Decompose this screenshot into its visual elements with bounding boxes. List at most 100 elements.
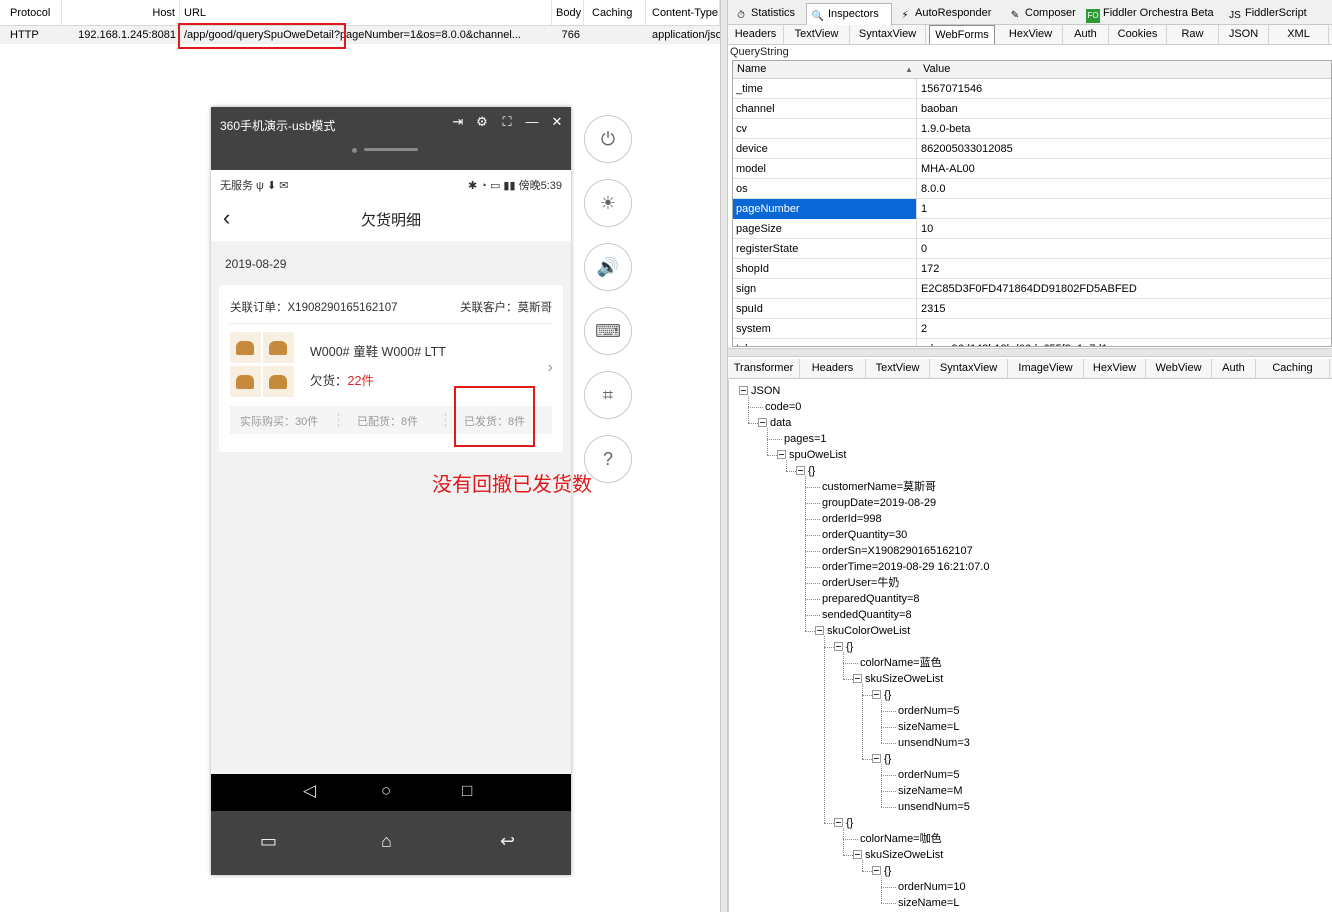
tab-fiddlerscript[interactable]: JS FiddlerScript — [1224, 3, 1307, 25]
tree-node[interactable]: orderNum=5 — [898, 703, 959, 719]
querystring-row[interactable]: pageNumber 1 — [733, 199, 1331, 219]
vertical-splitter[interactable] — [720, 0, 728, 912]
collapse-toggle-icon[interactable] — [758, 418, 767, 427]
collapse-toggle-icon[interactable] — [777, 450, 786, 459]
tree-node[interactable]: unsendNum=3 — [898, 735, 970, 751]
col-value[interactable]: Value — [923, 63, 950, 75]
req-tab-raw[interactable]: Raw — [1167, 25, 1219, 44]
tab-composer[interactable]: ✎ Composer — [1004, 3, 1076, 25]
collapse-toggle-icon[interactable] — [739, 386, 748, 395]
col-url[interactable]: URL — [180, 0, 552, 25]
tree-node[interactable]: sendedQuantity=8 — [822, 607, 912, 623]
collapse-toggle-icon[interactable] — [834, 818, 843, 827]
tree-node[interactable]: unsendNum=5 — [898, 799, 970, 815]
tree-node[interactable]: colorName=咖色 — [860, 831, 942, 847]
tree-node[interactable]: orderTime=2019-08-29 16:21:07.0 — [822, 559, 989, 575]
tree-node[interactable]: sizeName=M — [898, 783, 963, 799]
tree-node[interactable]: {} — [808, 463, 815, 479]
tree-node[interactable]: skuSizeOweList — [865, 671, 943, 687]
tree-node[interactable]: {} — [884, 687, 891, 703]
col-body[interactable]: Body — [552, 0, 584, 25]
tree-node[interactable]: preparedQuantity=8 — [822, 591, 920, 607]
tree-node[interactable]: orderNum=10 — [898, 879, 966, 895]
horizontal-splitter[interactable] — [728, 348, 1332, 357]
querystring-row[interactable]: pageSize 10 — [733, 219, 1331, 239]
tree-node[interactable]: groupDate=2019-08-29 — [822, 495, 936, 511]
tab-autoresponder[interactable]: ⚡ AutoResponder — [894, 3, 991, 25]
req-tab-cookies[interactable]: Cookies — [1109, 25, 1167, 44]
crop-icon[interactable]: ⌗ — [584, 371, 632, 419]
resp-tab-headers[interactable]: Headers — [800, 359, 866, 378]
col-caching[interactable]: Caching — [584, 0, 646, 25]
tree-node[interactable]: colorName=蓝色 — [860, 655, 942, 671]
resp-tab-textview[interactable]: TextView — [866, 359, 930, 378]
querystring-row[interactable]: token adeea96d143b18bd06da655f9a1a7d1e — [733, 339, 1331, 346]
req-tab-hexview[interactable]: HexView — [999, 25, 1063, 44]
collapse-toggle-icon[interactable] — [796, 466, 805, 475]
exit-icon[interactable]: ⇥ — [448, 113, 468, 131]
querystring-row[interactable]: shopId 172 — [733, 259, 1331, 279]
tree-node[interactable]: orderId=998 — [822, 511, 882, 527]
collapse-toggle-icon[interactable] — [872, 690, 881, 699]
tab-inspectors[interactable]: 🔍 Inspectors — [806, 3, 892, 25]
close-icon[interactable]: ✕ — [547, 113, 567, 131]
resp-tab-imageview[interactable]: ImageView — [1008, 359, 1084, 378]
tree-node[interactable]: JSON — [751, 383, 780, 399]
keyboard-icon[interactable]: ⌨ — [584, 307, 632, 355]
querystring-row[interactable]: _time 1567071546 — [733, 79, 1331, 99]
col-content-type[interactable]: Content-Type — [646, 0, 720, 25]
collapse-toggle-icon[interactable] — [815, 626, 824, 635]
resp-tab-hexview[interactable]: HexView — [1084, 359, 1146, 378]
querystring-row[interactable]: model MHA-AL00 — [733, 159, 1331, 179]
querystring-table[interactable]: Name ▲ Value _time 1567071546 channel baoba… — [732, 60, 1332, 347]
querystring-row[interactable]: registerState 0 — [733, 239, 1331, 259]
resp-tab-caching[interactable]: Caching — [1256, 359, 1330, 378]
tree-node[interactable]: pages=1 — [784, 431, 827, 447]
collapse-toggle-icon[interactable] — [853, 674, 862, 683]
help-icon[interactable]: ? — [584, 435, 632, 483]
req-tab-textview[interactable]: TextView — [784, 25, 850, 44]
collapse-toggle-icon[interactable] — [872, 866, 881, 875]
tab-orchestra[interactable]: FO Fiddler Orchestra Beta — [1082, 3, 1214, 25]
req-tab-xml[interactable]: XML — [1269, 25, 1329, 44]
querystring-row[interactable]: channel baoban — [733, 99, 1331, 119]
querystring-row[interactable]: spuId 2315 — [733, 299, 1331, 319]
col-protocol[interactable]: Protocol — [0, 0, 62, 25]
back-triangle-icon[interactable]: ◁ — [303, 781, 316, 801]
req-tab-headers[interactable]: Headers — [728, 25, 784, 44]
querystring-row[interactable]: device 862005033012085 — [733, 139, 1331, 159]
power-icon[interactable]: ⏻ — [584, 115, 632, 163]
req-tab-webforms[interactable]: WebForms — [929, 25, 995, 44]
querystring-row[interactable]: sign E2C85D3F0FD471864DD91802FD5ABFED — [733, 279, 1331, 299]
tree-node[interactable]: skuSizeOweList — [865, 847, 943, 863]
col-host[interactable]: Host — [62, 0, 180, 25]
tree-node[interactable]: code=0 — [765, 399, 801, 415]
resp-tab-transformer[interactable]: Transformer — [728, 359, 800, 378]
tree-node[interactable]: {} — [846, 639, 853, 655]
home-circle-icon[interactable]: ○ — [381, 781, 391, 801]
req-tab-json[interactable]: JSON — [1219, 25, 1269, 44]
collapse-toggle-icon[interactable] — [853, 850, 862, 859]
querystring-row[interactable]: os 8.0.0 — [733, 179, 1331, 199]
volume-icon[interactable]: 🔊 — [584, 243, 632, 291]
tree-node[interactable]: orderNum=5 — [898, 767, 959, 783]
task-icon[interactable]: ▭ — [260, 831, 277, 852]
fullscreen-icon[interactable]: ⛶ — [497, 113, 517, 131]
tree-node[interactable]: {} — [846, 815, 853, 831]
tree-node[interactable]: data — [770, 415, 791, 431]
req-tab-syntaxview[interactable]: SyntaxView — [850, 25, 926, 44]
recents-square-icon[interactable]: □ — [462, 781, 472, 801]
json-tree[interactable]: JSON code=0 data pages=1 spuOweList{} custome… — [728, 380, 1332, 912]
minimize-icon[interactable]: — — [522, 113, 542, 131]
querystring-row[interactable]: cv 1.9.0-beta — [733, 119, 1331, 139]
tree-node[interactable]: orderSn=X1908290165162107 — [822, 543, 973, 559]
gear-icon[interactable]: ⚙ — [472, 113, 492, 131]
return-icon[interactable]: ↩ — [500, 831, 515, 852]
tree-node[interactable]: customerName=莫斯哥 — [822, 479, 936, 495]
tree-node[interactable]: {} — [884, 863, 891, 879]
resp-tab-syntaxview[interactable]: SyntaxView — [930, 359, 1008, 378]
tree-node[interactable]: sizeName=L — [898, 719, 959, 735]
resp-tab-auth[interactable]: Auth — [1212, 359, 1256, 378]
home-icon[interactable]: ⌂ — [381, 831, 392, 852]
tree-node[interactable]: spuOweList — [789, 447, 846, 463]
